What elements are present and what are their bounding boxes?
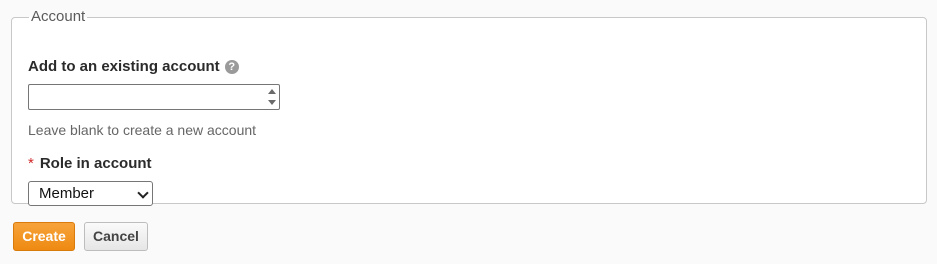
existing-account-label: Add to an existing account?: [28, 58, 239, 76]
account-form: Account Add to an existing account? Leav…: [0, 0, 937, 264]
spin-up-icon[interactable]: [268, 89, 276, 94]
role-select[interactable]: Member: [28, 181, 153, 206]
cancel-button[interactable]: Cancel: [84, 222, 148, 251]
help-icon[interactable]: ?: [224, 60, 239, 74]
role-label: * Role in account: [28, 155, 152, 173]
number-spinner[interactable]: [265, 86, 278, 108]
role-label-text: Role in account: [39, 155, 152, 172]
chevron-down-icon: [137, 187, 149, 199]
account-fieldset: Account Add to an existing account? Leav…: [11, 8, 927, 206]
existing-account-hint: Leave blank to create a new account: [28, 122, 257, 138]
spin-down-icon[interactable]: [268, 100, 276, 105]
existing-account-label-text: Add to an existing account: [28, 58, 220, 75]
fieldset-legend: Account: [31, 8, 86, 25]
existing-account-input[interactable]: [28, 84, 280, 110]
role-select-value: Member: [39, 185, 95, 202]
create-button[interactable]: Create: [13, 222, 75, 251]
required-marker: *: [28, 155, 34, 172]
